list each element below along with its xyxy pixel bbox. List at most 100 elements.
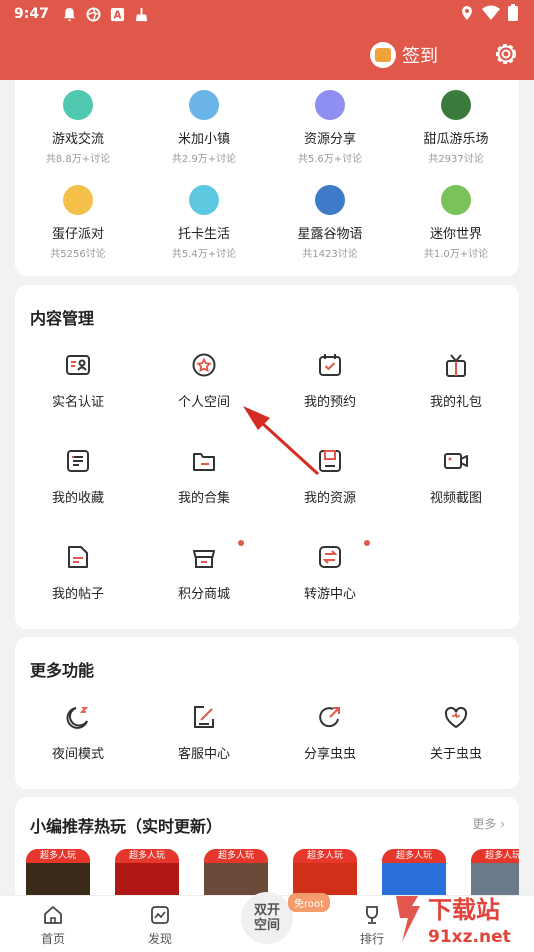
nav-discover[interactable]: 发现 [130, 904, 190, 947]
forum-count: 共2.9万+讨论 [171, 154, 237, 165]
personal-space-item[interactable]: 个人空间 [141, 351, 267, 410]
forum-item[interactable]: 资源分享共5.6万+讨论 [267, 90, 393, 165]
forum-count: 共5256讨论 [50, 249, 106, 260]
dual-space-line2: 空间 [253, 918, 280, 933]
forum-count: 共8.8万+讨论 [45, 154, 111, 165]
item-label: 我的收藏 [51, 491, 104, 506]
more-label: 更多 [472, 817, 497, 831]
gear-icon[interactable] [492, 40, 520, 68]
forum-name: 甜瓜游乐场 [423, 132, 489, 147]
notification-dot [364, 540, 370, 546]
forum-name: 资源分享 [303, 132, 356, 147]
top-header: 9:47 A 签到 [0, 0, 534, 80]
free-root-badge: 免root [288, 893, 331, 912]
forum-item[interactable]: 游戏交流共8.8万+讨论 [15, 90, 141, 165]
star-badge-icon [192, 353, 216, 377]
trophy-icon [366, 906, 378, 924]
item-label: 分享虫虫 [303, 747, 356, 762]
forum-item[interactable]: 星露谷物语共1423讨论 [267, 185, 393, 260]
id-card-icon [66, 355, 90, 375]
my-gifts-item[interactable]: 我的礼包 [393, 351, 519, 410]
item-label: 我的合集 [177, 491, 230, 506]
forum-avatar-icon [315, 90, 345, 120]
video-screenshot-item[interactable]: 视频截图 [393, 447, 519, 506]
home-icon [44, 906, 62, 924]
chevron-right-icon: › [500, 817, 505, 831]
forum-count: 共1.0万+讨论 [423, 249, 489, 260]
status-time: 9:47 [14, 6, 49, 22]
item-label: 视频截图 [429, 491, 482, 506]
item-label: 积分商城 [177, 587, 230, 602]
points-store-item[interactable]: 积分商城 [141, 540, 267, 602]
status-bar: 9:47 A [14, 4, 149, 24]
forum-avatar-icon [63, 185, 93, 215]
forum-avatar-icon [63, 90, 93, 120]
content-management-card: 内容管理 实名认证 个人空间 我的预约 我的礼包 我的收藏 我的合集 我的资源 … [15, 285, 519, 629]
item-label: 夜间模式 [51, 747, 104, 762]
location-icon [462, 5, 472, 20]
item-label: 关于虫虫 [429, 747, 482, 762]
forum-avatar-icon [315, 185, 345, 215]
forum-count: 共1423讨论 [302, 249, 358, 260]
real-name-auth-item[interactable]: 实名认证 [15, 351, 141, 410]
broom-icon [135, 7, 147, 21]
signin-button[interactable]: 签到 [370, 42, 438, 68]
night-mode-item[interactable]: 夜间模式 [15, 703, 141, 762]
forum-name: 迷你世界 [429, 227, 482, 242]
folder-icon [193, 453, 215, 471]
app-a-icon: A [110, 7, 124, 21]
nav-home-label: 首页 [40, 932, 65, 946]
nav-rank-label: 排行 [359, 932, 384, 946]
game-tag: 超多人玩 [26, 849, 90, 863]
item-label: 我的帖子 [51, 587, 104, 602]
transfer-center-item[interactable]: 转游中心 [267, 540, 393, 602]
forum-name: 游戏交流 [51, 132, 104, 147]
dual-space-button[interactable]: 双开 空间 [241, 892, 293, 944]
forum-name: 米加小镇 [177, 132, 230, 147]
signin-label: 签到 [402, 46, 438, 67]
customer-service-item[interactable]: 客服中心 [141, 703, 267, 762]
wifi-icon [482, 5, 500, 20]
forum-avatar-icon [189, 90, 219, 120]
forum-count: 共5.4万+讨论 [171, 249, 237, 260]
forum-name: 星露谷物语 [297, 227, 363, 242]
game-tag: 超多人玩 [204, 849, 268, 863]
share-icon [319, 707, 340, 728]
more-link[interactable]: 更多 › [472, 815, 505, 832]
forum-item[interactable]: 托卡生活 共5.4万+讨论 [141, 185, 267, 260]
forum-item[interactable]: 甜瓜游乐场共2937讨论 [393, 90, 519, 165]
more-features-card: 更多功能 夜间模式 客服中心 分享虫虫 关于虫虫 [15, 637, 519, 789]
watermark-logo: 下载站 91xz.net [396, 896, 511, 947]
discover-icon [151, 906, 169, 924]
forum-avatar-icon [441, 90, 471, 120]
calendar-check-icon [319, 354, 341, 376]
my-album-item[interactable]: 我的合集 [141, 447, 267, 506]
item-label: 我的资源 [303, 491, 356, 506]
game-tag: 超多人玩 [293, 849, 357, 863]
forum-item[interactable]: 迷你世界共1.0万+讨论 [393, 185, 519, 260]
item-label: 实名认证 [51, 395, 104, 410]
my-reservations-item[interactable]: 我的预约 [267, 351, 393, 410]
video-icon [444, 453, 468, 469]
shutter-icon [86, 6, 101, 22]
game-tag: 超多人玩 [115, 849, 179, 863]
transfer-icon [319, 546, 341, 568]
forum-count: 共5.6万+讨论 [297, 154, 363, 165]
forum-name: 蛋仔派对 [51, 227, 104, 242]
share-app-item[interactable]: 分享虫虫 [267, 703, 393, 762]
forum-item[interactable]: 米加小镇共2.9万+讨论 [141, 90, 267, 165]
item-label: 转游中心 [303, 587, 356, 602]
forum-item[interactable]: 蛋仔派对共5256讨论 [15, 185, 141, 260]
edit-icon [194, 706, 214, 728]
forum-card: 游戏交流 共8.8万+讨论 米加小镇 共2.9万+讨论 资源分享 共5.6万+讨论 甜瓜游乐… [15, 80, 519, 276]
content-management-title: 内容管理 [30, 309, 95, 328]
forum-count: 共2937讨论 [428, 154, 484, 165]
nav-home[interactable]: 首页 [23, 904, 83, 947]
post-icon [68, 546, 88, 568]
game-tag: 超多人玩 [382, 849, 446, 863]
gift-box-icon [446, 354, 466, 377]
my-resources-item[interactable]: 我的资源 [267, 447, 393, 506]
my-collection-item[interactable]: 我的收藏 [15, 447, 141, 506]
about-app-item[interactable]: 关于虫虫 [393, 703, 519, 762]
my-posts-item[interactable]: 我的帖子 [15, 543, 141, 602]
